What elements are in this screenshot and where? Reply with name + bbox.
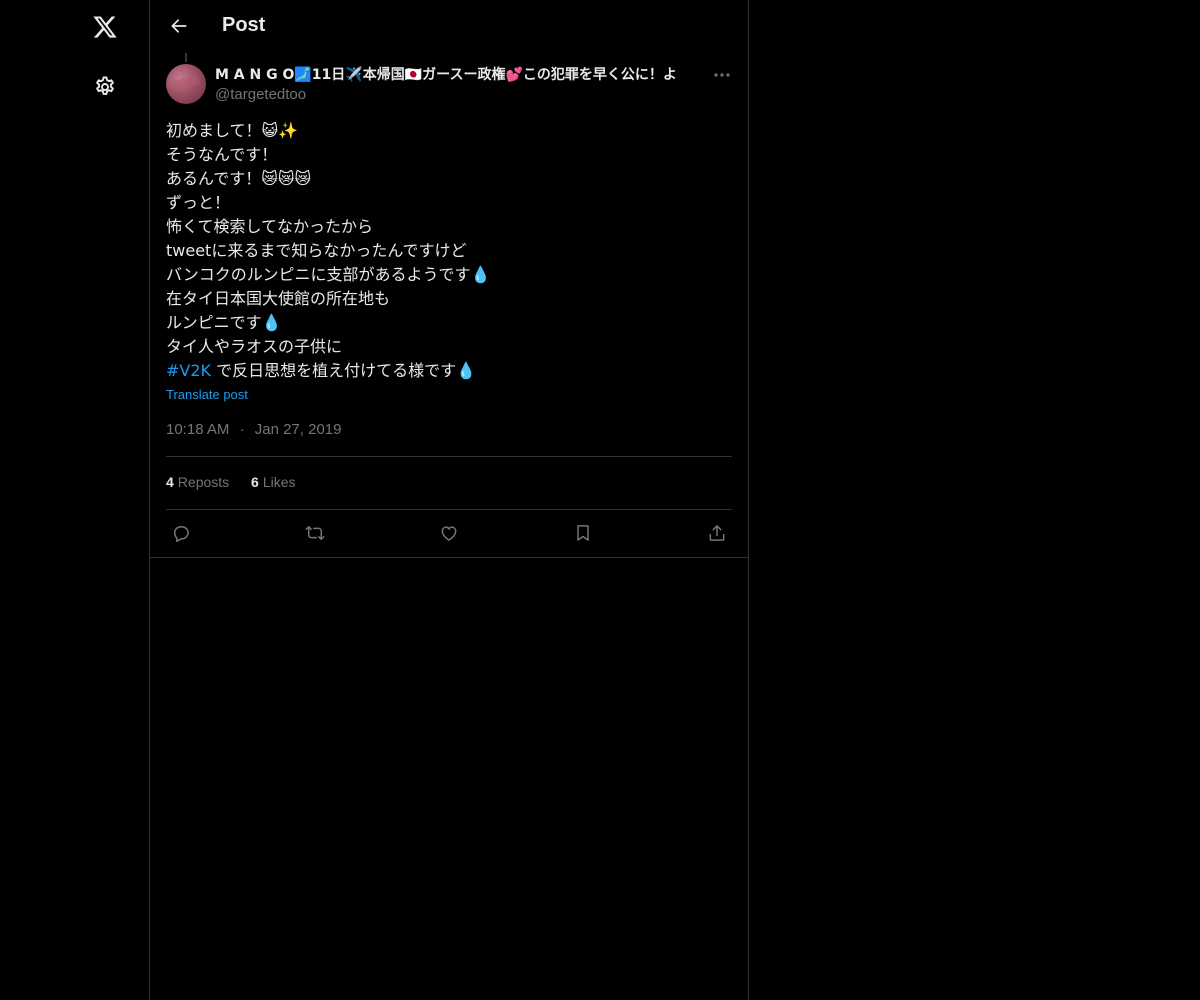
likes-count: 6 [251,474,259,490]
translate-post-link[interactable]: Translate post [166,387,248,402]
post-bottom-border [150,557,748,558]
arrow-left-icon[interactable] [162,9,196,43]
timestamp: 10:18 AM · Jan 27, 2019 [166,421,341,438]
action-bar [166,516,732,550]
reposts-stat[interactable]: 4 Reposts [166,474,229,490]
heart-icon[interactable] [432,516,466,550]
bookmark-icon[interactable] [566,516,600,550]
app-root: Post M A N G O🗾11日✈️本帰国🇯🇵ガースー政権💕この犯罪を早く公… [0,0,1200,1000]
post-line: ルンピニです💧 [166,313,282,332]
reposts-label: Reposts [177,474,230,490]
likes-label: Likes [262,474,296,490]
author-name[interactable]: M A N G O🗾11日✈️本帰国🇯🇵ガースー政権💕この犯罪を早く公に！よ [215,65,705,85]
author-handle[interactable]: @targetedtoo [215,86,306,103]
repost-icon[interactable] [298,516,332,550]
post-line: tweetに来るまで知らなかったんですけど [166,241,467,260]
share-icon[interactable] [700,516,734,550]
post-line: 怖くて検索してなかったから [166,217,374,236]
post-line: ずっと！ [166,193,231,212]
reply-icon[interactable] [164,516,198,550]
gear-icon[interactable] [83,65,127,109]
post-line: そうなんです！ [166,145,278,164]
post-date[interactable]: Jan 27, 2019 [255,421,342,438]
post-line: 在タイ日本国大使館の所在地も [166,289,391,308]
divider [166,456,732,457]
post-text: 初めまして！😺✨ そうなんです！ あるんです！😿😿😿 ずっと！ 怖くて検索してな… [166,119,732,383]
reposts-count: 4 [166,474,174,490]
page-title: Post [222,14,266,36]
hashtag-link[interactable]: #V2K [166,361,211,380]
post-line: あるんです！😿😿😿 [166,169,312,188]
engagement-stats: 4 Reposts 6 Likes [166,474,314,490]
post-line: バンコクのルンピニに支部があるようです💧 [166,265,491,284]
likes-stat[interactable]: 6 Likes [251,474,295,490]
post-column: Post M A N G O🗾11日✈️本帰国🇯🇵ガースー政権💕この犯罪を早く公… [149,0,749,1000]
post-line-tail: で反日思想を植え付けてる様です💧 [211,361,477,380]
timestamp-separator: · [239,421,245,438]
post-line: 初めまして！😺✨ [166,121,299,140]
post-time[interactable]: 10:18 AM [166,421,229,438]
x-logo-icon[interactable] [83,5,127,49]
post-line: タイ人やラオスの子供に [166,337,343,356]
divider [166,509,732,510]
post-header: Post [150,0,748,53]
avatar[interactable] [166,64,206,104]
left-nav [0,0,149,1000]
more-options-icon[interactable] [708,62,736,88]
post-line-last: #V2K で反日思想を植え付けてる様です💧 [166,359,732,383]
thread-connector [185,53,187,62]
